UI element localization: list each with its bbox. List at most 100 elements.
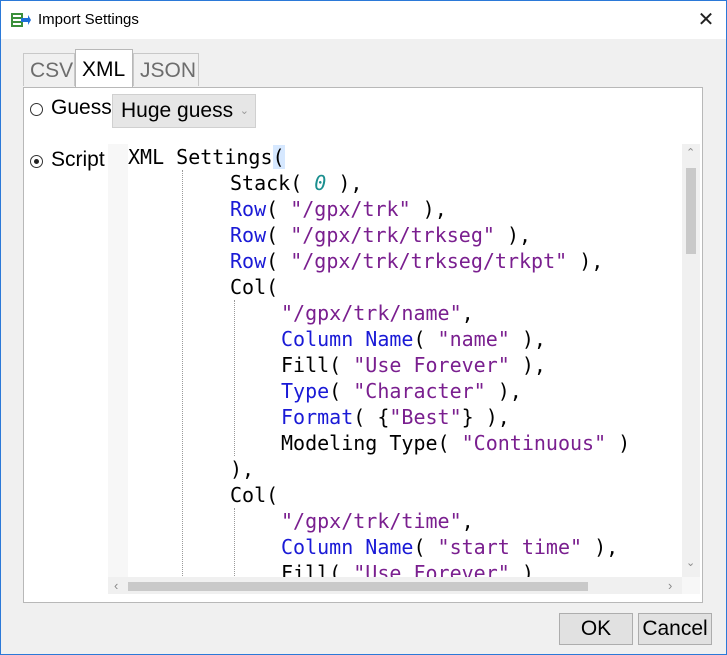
code-line: Fill( "Use Forever" ), — [281, 352, 546, 378]
code-token: , — [461, 509, 474, 533]
vertical-scrollbar[interactable]: ⌃ ⌄ — [682, 144, 700, 577]
scroll-down-icon[interactable]: ⌄ — [686, 556, 695, 569]
code-token: Column Name — [281, 327, 414, 351]
code-token: 0 — [314, 171, 327, 195]
script-editor[interactable]: XML Settings(Stack( 0 ), Row( "/gpx/trk" … — [108, 144, 700, 594]
guess-radio[interactable] — [30, 103, 43, 116]
horizontal-scroll-thumb[interactable] — [128, 582, 588, 591]
code-token: "Character" — [353, 379, 486, 403]
scroll-left-icon[interactable]: ‹ — [114, 578, 118, 593]
code-token: "/gpx/trk/trkseg/trkpt" — [290, 249, 568, 273]
code-token: ), — [582, 535, 619, 559]
code-token: XML Settings — [128, 145, 273, 169]
code-token: ( — [413, 535, 438, 559]
code-line: Row( "/gpx/trk/trkseg/trkpt" ), — [230, 248, 603, 274]
code-token: ( — [272, 145, 285, 169]
horizontal-scrollbar[interactable]: ‹ › — [108, 577, 682, 594]
code-token: Row — [230, 223, 267, 247]
code-line: Fill( "Use Forever" ) — [281, 560, 534, 577]
guess-dropdown[interactable]: Huge guess ⌄ — [112, 94, 256, 128]
guess-option[interactable]: Guess — [30, 96, 112, 126]
code-token: ), — [509, 353, 546, 377]
script-label: Script — [51, 148, 105, 171]
code-token: ), — [230, 457, 255, 481]
cancel-button[interactable]: Cancel — [638, 613, 712, 645]
code-line: Row( "/gpx/trk" ), — [230, 196, 447, 222]
code-token: ) — [606, 431, 631, 455]
code-token: ), — [410, 197, 447, 221]
import-app-icon — [11, 13, 31, 27]
code-token: "Best" — [389, 405, 462, 429]
script-text-area[interactable]: XML Settings(Stack( 0 ), Row( "/gpx/trk" … — [128, 144, 682, 577]
code-token: Fill( — [281, 353, 354, 377]
code-line: ), — [230, 456, 254, 482]
code-token: "/gpx/trk/time" — [281, 509, 462, 533]
code-token: Type — [281, 379, 330, 403]
code-token: ( — [266, 249, 291, 273]
window-title: Import Settings — [38, 11, 139, 28]
code-token: "name" — [437, 327, 510, 351]
chevron-down-icon: ⌄ — [239, 105, 249, 117]
code-token: Column Name — [281, 535, 414, 559]
code-token: Row — [230, 249, 267, 273]
indent-guide — [234, 508, 235, 577]
code-token: ( — [266, 197, 291, 221]
vertical-scroll-thumb[interactable] — [686, 168, 696, 254]
code-line: Column Name( "name" ), — [281, 326, 546, 352]
code-token: Row — [230, 197, 267, 221]
title-bar[interactable]: Import Settings ✕ — [1, 1, 726, 39]
code-line: Col( — [230, 274, 278, 300]
guess-dropdown-value: Huge guess — [121, 99, 234, 122]
script-option[interactable]: Script — [30, 148, 106, 178]
tab-xml[interactable]: XML — [75, 49, 133, 87]
code-token: Format — [281, 405, 354, 429]
code-token: ), — [494, 223, 532, 247]
xml-tab-panel: Guess Huge guess ⌄ Script XML Settings(S… — [23, 87, 703, 603]
tab-json[interactable]: JSON — [133, 53, 199, 86]
code-line: Col( — [230, 482, 278, 508]
script-radio[interactable] — [30, 155, 43, 168]
tab-csv[interactable]: CSV — [23, 53, 75, 86]
code-token: ), — [485, 379, 522, 403]
code-line: "/gpx/trk/time", — [281, 508, 474, 534]
code-token: Stack( — [230, 171, 315, 195]
code-line: Stack( 0 ), — [230, 170, 362, 196]
scroll-up-icon[interactable]: ⌃ — [686, 146, 695, 159]
dialog-body: CSV XML JSON Guess Huge guess ⌄ Script X… — [1, 39, 726, 654]
code-token: "/gpx/trk" — [290, 197, 411, 221]
code-line: "/gpx/trk/name", — [281, 300, 474, 326]
code-token: ), — [567, 249, 604, 273]
code-line: Format( {"Best"} ), — [281, 404, 510, 430]
indent-guide — [182, 170, 183, 577]
code-token: ), — [326, 171, 363, 195]
code-token: Col( — [230, 275, 279, 299]
import-settings-dialog: Import Settings ✕ CSV XML JSON Guess Hug… — [0, 0, 727, 655]
code-token: ( — [413, 327, 438, 351]
code-token: ( — [329, 379, 354, 403]
code-token: "Continuous" — [461, 431, 607, 455]
code-token: "Use Forever" — [353, 561, 510, 577]
code-line: Row( "/gpx/trk/trkseg" ), — [230, 222, 531, 248]
code-token: ( { — [353, 405, 390, 429]
code-line: Type( "Character" ), — [281, 378, 522, 404]
ok-button[interactable]: OK — [559, 613, 633, 645]
close-button[interactable]: ✕ — [691, 7, 721, 33]
code-token: Fill( — [281, 561, 354, 577]
indent-guide — [234, 300, 235, 456]
code-line: Column Name( "start time" ), — [281, 534, 618, 560]
code-token: ) — [509, 561, 534, 577]
code-token: "/gpx/trk/trkseg" — [290, 223, 495, 247]
code-line: Modeling Type( "Continuous" ) — [281, 430, 630, 456]
code-line: XML Settings( — [128, 144, 285, 170]
code-token: ), — [509, 327, 546, 351]
code-token: "/gpx/trk/name" — [281, 301, 462, 325]
close-icon: ✕ — [697, 9, 715, 31]
code-token: ( — [266, 223, 291, 247]
code-token: Col( — [230, 483, 279, 507]
code-token: "Use Forever" — [353, 353, 510, 377]
code-token: "start time" — [437, 535, 583, 559]
code-token: } ), — [461, 405, 510, 429]
scroll-right-icon[interactable]: › — [668, 578, 672, 593]
code-token: Modeling Type( — [281, 431, 462, 455]
code-token: , — [461, 301, 474, 325]
